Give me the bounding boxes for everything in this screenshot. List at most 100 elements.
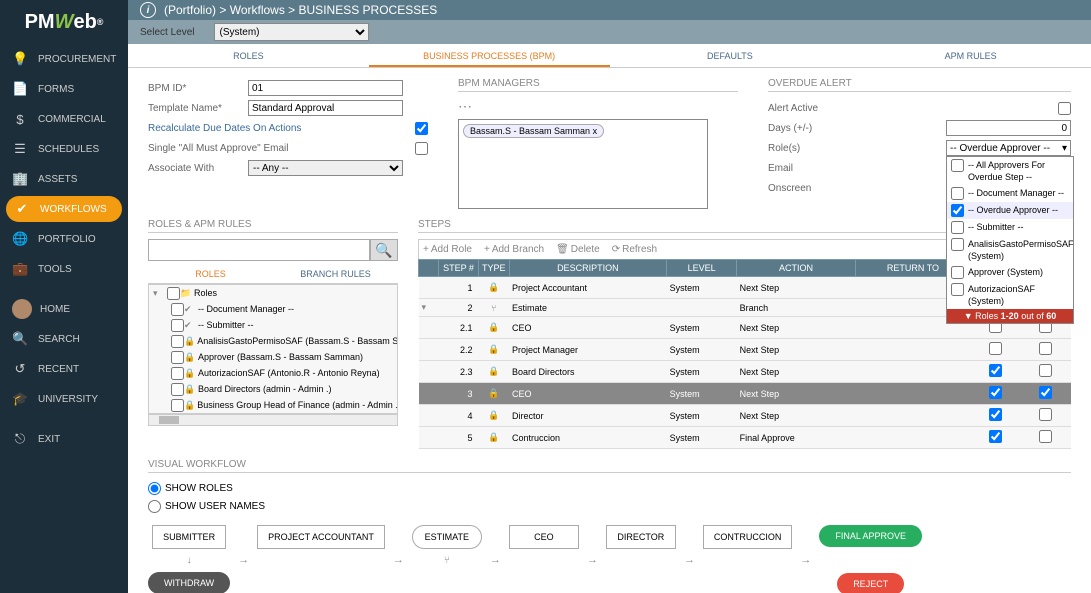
roles-dd-option[interactable]: -- All Approvers For Overdue Step -- bbox=[947, 157, 1073, 185]
tree-check[interactable] bbox=[171, 303, 184, 316]
scroll-thumb[interactable] bbox=[159, 416, 179, 424]
assoc-select[interactable]: -- Any -- bbox=[248, 160, 403, 176]
bc-portfolio[interactable]: (Portfolio) bbox=[164, 3, 216, 17]
managers-box[interactable]: Bassam.S - Bassam Samman x bbox=[458, 119, 708, 209]
th-level[interactable]: LEVEL bbox=[667, 260, 737, 277]
show-users-radio[interactable]: SHOW USER NAMES bbox=[148, 497, 1071, 515]
roles-dd-selected[interactable]: -- Overdue Approver --▾ bbox=[946, 140, 1071, 156]
nav-home[interactable]: HOME bbox=[0, 294, 128, 324]
opt-check[interactable] bbox=[951, 238, 964, 251]
opt-check[interactable] bbox=[951, 204, 964, 217]
manager-chip[interactable]: Bassam.S - Bassam Samman x bbox=[463, 124, 604, 138]
radio[interactable] bbox=[148, 482, 161, 495]
opt-check[interactable] bbox=[951, 266, 964, 279]
tree-item[interactable]: 🔒Board Directors (admin - Admin .) bbox=[149, 381, 397, 397]
alert-active-checkbox[interactable] bbox=[1058, 102, 1071, 115]
nav-workflows[interactable]: ✔WORKFLOWS bbox=[6, 196, 122, 222]
tree-check[interactable] bbox=[171, 383, 184, 396]
recalc-checkbox[interactable] bbox=[415, 122, 428, 135]
subtab-roles[interactable]: ROLES bbox=[148, 265, 273, 283]
days-input[interactable] bbox=[946, 120, 1071, 136]
steps-row[interactable]: 2.2🔒Project ManagerSystemNext Step bbox=[419, 339, 1071, 361]
collapse-icon[interactable]: ▾ bbox=[153, 288, 165, 299]
node-pa[interactable]: PROJECT ACCOUNTANT bbox=[257, 525, 385, 549]
roles-dd-option[interactable]: -- Submitter -- bbox=[947, 219, 1073, 236]
nav-procurement[interactable]: 💡PROCUREMENT bbox=[0, 44, 128, 74]
bpm-id-input[interactable] bbox=[248, 80, 403, 96]
row-checkbox[interactable] bbox=[1039, 430, 1052, 443]
show-roles-radio[interactable]: SHOW ROLES bbox=[148, 479, 1071, 497]
roles-search-input[interactable] bbox=[148, 239, 370, 261]
nav-schedules[interactable]: ☰SCHEDULES bbox=[0, 134, 128, 164]
tab-roles[interactable]: ROLES bbox=[128, 44, 369, 67]
tree-check[interactable] bbox=[167, 287, 180, 300]
th-desc[interactable]: DESCRIPTION bbox=[509, 260, 667, 277]
opt-check[interactable] bbox=[951, 187, 964, 200]
row-checkbox[interactable] bbox=[989, 408, 1002, 421]
single-email-checkbox[interactable] bbox=[415, 142, 428, 155]
tree-check[interactable] bbox=[171, 399, 184, 412]
row-checkbox[interactable] bbox=[1039, 386, 1052, 399]
roles-dropdown[interactable]: -- Overdue Approver --▾ -- All Approvers… bbox=[946, 140, 1071, 156]
tree-check[interactable] bbox=[171, 335, 184, 348]
tree-check[interactable] bbox=[171, 367, 184, 380]
th-type[interactable]: TYPE bbox=[479, 260, 510, 277]
roles-dd-option[interactable]: AutorizacionSAF (System) bbox=[947, 281, 1073, 309]
steps-row[interactable]: 4🔒DirectorSystemNext Step bbox=[419, 405, 1071, 427]
tree-root[interactable]: ▾ 📁Roles bbox=[149, 285, 397, 301]
delete-button[interactable]: 🗑Delete bbox=[556, 244, 600, 255]
node-director[interactable]: DIRECTOR bbox=[606, 525, 676, 549]
tree-item[interactable]: 🔒AnalisisGastoPermisoSAF (Bassam.S - Bas… bbox=[149, 333, 397, 349]
nav-exit[interactable]: ⎋EXIT bbox=[0, 424, 128, 454]
radio[interactable] bbox=[148, 500, 161, 513]
refresh-button[interactable]: ⟳Refresh bbox=[612, 244, 657, 255]
tab-apm[interactable]: APM RULES bbox=[850, 44, 1091, 67]
tree-check[interactable] bbox=[171, 319, 184, 332]
row-checkbox[interactable] bbox=[1039, 408, 1052, 421]
node-submitter[interactable]: SUBMITTER bbox=[152, 525, 226, 549]
opt-check[interactable] bbox=[951, 221, 964, 234]
roles-tree[interactable]: ▾ 📁Roles ✔-- Document Manager -- ✔-- Sub… bbox=[148, 284, 398, 414]
withdraw-button[interactable]: WITHDRAW bbox=[148, 572, 230, 593]
reject-button[interactable]: REJECT bbox=[837, 573, 904, 593]
nav-university[interactable]: 🎓UNIVERSITY bbox=[0, 384, 128, 414]
steps-row[interactable]: 5🔒ContruccionSystemFinal Approve bbox=[419, 427, 1071, 449]
node-contruccion[interactable]: CONTRUCCION bbox=[703, 525, 793, 549]
opt-check[interactable] bbox=[951, 283, 964, 296]
tab-bpm[interactable]: BUSINESS PROCESSES (BPM) bbox=[369, 44, 610, 67]
collapse-icon[interactable]: ▾ bbox=[422, 302, 427, 312]
tree-check[interactable] bbox=[171, 351, 184, 364]
tpl-name-input[interactable] bbox=[248, 100, 403, 116]
bc-workflows[interactable]: Workflows bbox=[230, 3, 285, 17]
tree-item[interactable]: 🔒Business Group Head of Finance (admin -… bbox=[149, 397, 397, 413]
row-checkbox[interactable] bbox=[989, 386, 1002, 399]
row-checkbox[interactable] bbox=[989, 430, 1002, 443]
nav-forms[interactable]: 📄FORMS bbox=[0, 74, 128, 104]
th-action[interactable]: ACTION bbox=[737, 260, 856, 277]
nav-tools[interactable]: 💼TOOLS bbox=[0, 254, 128, 284]
steps-row[interactable]: 2.3🔒Board DirectorsSystemNext Step bbox=[419, 361, 1071, 383]
nav-recent[interactable]: ↺RECENT bbox=[0, 354, 128, 384]
tree-item[interactable]: ✔-- Document Manager -- bbox=[149, 301, 397, 317]
tree-hscroll[interactable] bbox=[148, 414, 398, 426]
roles-search-button[interactable]: 🔍 bbox=[370, 239, 398, 261]
ellipsis-icon[interactable]: ⋯ bbox=[458, 98, 738, 115]
tree-item[interactable]: 🔒AutorizacionSAF (Antonio.R - Antonio Re… bbox=[149, 365, 397, 381]
tree-item[interactable]: 🔒Approver (Bassam.S - Bassam Samman) bbox=[149, 349, 397, 365]
nav-search[interactable]: 🔍SEARCH bbox=[0, 324, 128, 354]
steps-row[interactable]: 3🔒CEOSystemNext Step bbox=[419, 383, 1071, 405]
opt-check[interactable] bbox=[951, 159, 964, 172]
row-checkbox[interactable] bbox=[1039, 364, 1052, 377]
row-checkbox[interactable] bbox=[1039, 342, 1052, 355]
select-level[interactable]: (System) bbox=[214, 23, 369, 41]
roles-dd-option[interactable]: -- Document Manager -- bbox=[947, 185, 1073, 202]
chip-remove-icon[interactable]: x bbox=[593, 126, 598, 136]
roles-dd-option[interactable]: AnalisisGastoPermisoSAF (System) bbox=[947, 236, 1073, 264]
subtab-branch[interactable]: BRANCH RULES bbox=[273, 265, 398, 283]
roles-dd-option[interactable]: Approver (System) bbox=[947, 264, 1073, 281]
recalc-label[interactable]: Recalculate Due Dates On Actions bbox=[148, 123, 415, 134]
nav-assets[interactable]: 🏢ASSETS bbox=[0, 164, 128, 194]
add-role-button[interactable]: +Add Role bbox=[423, 244, 472, 255]
nav-portfolio[interactable]: 🌐PORTFOLIO bbox=[0, 224, 128, 254]
nav-commercial[interactable]: $COMMERCIAL bbox=[0, 104, 128, 134]
